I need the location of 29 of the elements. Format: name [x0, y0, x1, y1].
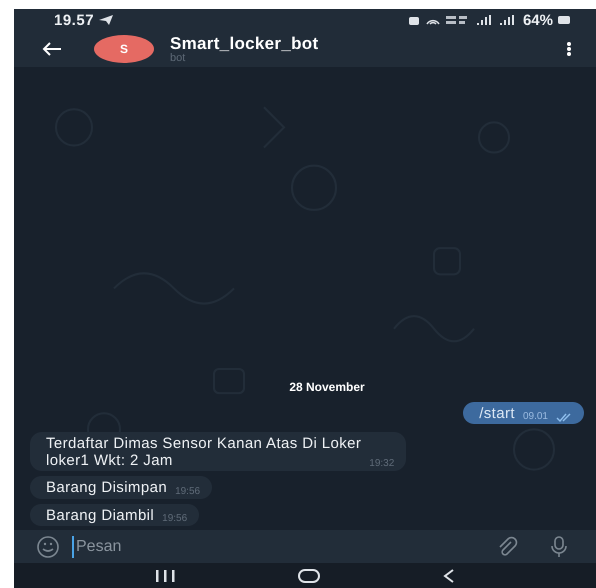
back-arrow-icon[interactable]	[42, 41, 62, 57]
message-text: /start	[479, 406, 515, 422]
message-time: 09.01	[522, 411, 548, 422]
message-text: Terdaftar Dimas Sensor Kanan Atas Di Loker loker1 Wkt: 2 Jam	[46, 436, 362, 469]
home-icon[interactable]	[296, 568, 321, 584]
message-text: Barang Disimpan	[46, 480, 168, 496]
message-input[interactable]: Pesan	[72, 536, 484, 558]
message-bubble[interactable]: /start 09.01	[463, 402, 584, 424]
microphone-icon[interactable]	[550, 536, 568, 558]
status-time: 19.57	[54, 12, 94, 28]
message-bubble[interactable]: Terdaftar Dimas Sensor Kanan Atas Di Loker loker1 Wkt: 2 Jam 19:32	[30, 432, 406, 471]
recent-apps-icon[interactable]	[154, 568, 176, 582]
message-time: 19:56	[162, 513, 188, 524]
more-menu-icon[interactable]	[566, 41, 572, 57]
emoji-icon[interactable]	[36, 534, 60, 558]
alarm-icon	[408, 14, 420, 26]
date-separator: 28 November	[289, 380, 365, 394]
back-icon[interactable]	[442, 568, 456, 584]
chat-title: Smart_locker_bot	[170, 34, 320, 52]
message-time: 19:32	[369, 458, 394, 469]
battery-percentage: 64%	[522, 12, 553, 28]
message-time: 19:56	[175, 486, 200, 496]
message-bubble[interactable]: Barang Diambil 19:56	[30, 504, 200, 526]
message-bubble[interactable]: Barang Disimpan 19:56	[30, 476, 212, 498]
battery-icon	[558, 15, 570, 25]
message-input-bar[interactable]: Pesan	[14, 530, 596, 563]
chat-subtitle: bot	[170, 52, 186, 64]
message-text: Barang Diambil	[46, 508, 154, 524]
send-icon	[99, 15, 114, 25]
